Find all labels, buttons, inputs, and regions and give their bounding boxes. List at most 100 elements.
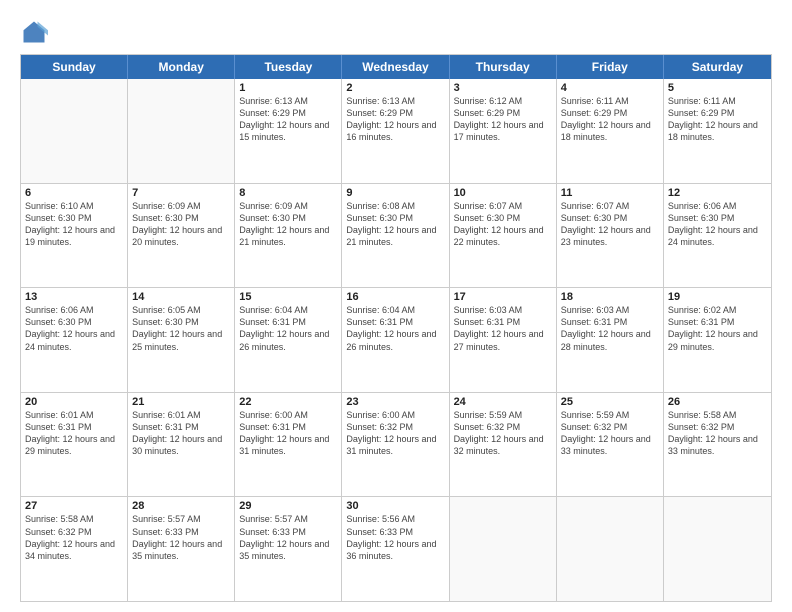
weekday-header: Monday [128, 55, 235, 79]
day-number: 21 [132, 396, 230, 408]
day-number: 8 [239, 187, 337, 199]
cell-info: Sunrise: 5:59 AM Sunset: 6:32 PM Dayligh… [454, 409, 552, 458]
day-number: 9 [346, 187, 444, 199]
cell-info: Sunrise: 5:58 AM Sunset: 6:32 PM Dayligh… [668, 409, 767, 458]
cell-info: Sunrise: 6:10 AM Sunset: 6:30 PM Dayligh… [25, 200, 123, 249]
calendar-row: 20Sunrise: 6:01 AM Sunset: 6:31 PM Dayli… [21, 392, 771, 497]
calendar: SundayMondayTuesdayWednesdayThursdayFrid… [20, 54, 772, 602]
calendar-cell: 29Sunrise: 5:57 AM Sunset: 6:33 PM Dayli… [235, 497, 342, 601]
day-number: 29 [239, 500, 337, 512]
calendar-cell: 18Sunrise: 6:03 AM Sunset: 6:31 PM Dayli… [557, 288, 664, 392]
day-number: 22 [239, 396, 337, 408]
day-number: 7 [132, 187, 230, 199]
day-number: 13 [25, 291, 123, 303]
calendar-cell [128, 79, 235, 183]
calendar-cell: 13Sunrise: 6:06 AM Sunset: 6:30 PM Dayli… [21, 288, 128, 392]
day-number: 18 [561, 291, 659, 303]
calendar-cell: 20Sunrise: 6:01 AM Sunset: 6:31 PM Dayli… [21, 393, 128, 497]
calendar-cell: 9Sunrise: 6:08 AM Sunset: 6:30 PM Daylig… [342, 184, 449, 288]
cell-info: Sunrise: 5:58 AM Sunset: 6:32 PM Dayligh… [25, 513, 123, 562]
day-number: 5 [668, 82, 767, 94]
calendar-cell: 22Sunrise: 6:00 AM Sunset: 6:31 PM Dayli… [235, 393, 342, 497]
day-number: 6 [25, 187, 123, 199]
day-number: 20 [25, 396, 123, 408]
calendar-row: 1Sunrise: 6:13 AM Sunset: 6:29 PM Daylig… [21, 79, 771, 183]
cell-info: Sunrise: 6:09 AM Sunset: 6:30 PM Dayligh… [239, 200, 337, 249]
day-number: 23 [346, 396, 444, 408]
day-number: 2 [346, 82, 444, 94]
day-number: 30 [346, 500, 444, 512]
cell-info: Sunrise: 6:00 AM Sunset: 6:31 PM Dayligh… [239, 409, 337, 458]
cell-info: Sunrise: 6:04 AM Sunset: 6:31 PM Dayligh… [239, 304, 337, 353]
cell-info: Sunrise: 6:13 AM Sunset: 6:29 PM Dayligh… [346, 95, 444, 144]
calendar-cell: 24Sunrise: 5:59 AM Sunset: 6:32 PM Dayli… [450, 393, 557, 497]
calendar-cell: 11Sunrise: 6:07 AM Sunset: 6:30 PM Dayli… [557, 184, 664, 288]
calendar-cell: 6Sunrise: 6:10 AM Sunset: 6:30 PM Daylig… [21, 184, 128, 288]
calendar-cell [450, 497, 557, 601]
day-number: 24 [454, 396, 552, 408]
calendar-cell: 19Sunrise: 6:02 AM Sunset: 6:31 PM Dayli… [664, 288, 771, 392]
header [20, 18, 772, 46]
cell-info: Sunrise: 6:05 AM Sunset: 6:30 PM Dayligh… [132, 304, 230, 353]
calendar-cell: 8Sunrise: 6:09 AM Sunset: 6:30 PM Daylig… [235, 184, 342, 288]
calendar-cell: 14Sunrise: 6:05 AM Sunset: 6:30 PM Dayli… [128, 288, 235, 392]
day-number: 4 [561, 82, 659, 94]
calendar-cell [664, 497, 771, 601]
calendar-cell: 28Sunrise: 5:57 AM Sunset: 6:33 PM Dayli… [128, 497, 235, 601]
cell-info: Sunrise: 6:13 AM Sunset: 6:29 PM Dayligh… [239, 95, 337, 144]
logo [20, 18, 52, 46]
day-number: 27 [25, 500, 123, 512]
calendar-cell [557, 497, 664, 601]
cell-info: Sunrise: 6:01 AM Sunset: 6:31 PM Dayligh… [25, 409, 123, 458]
cell-info: Sunrise: 6:11 AM Sunset: 6:29 PM Dayligh… [561, 95, 659, 144]
day-number: 15 [239, 291, 337, 303]
weekday-header: Thursday [450, 55, 557, 79]
calendar-body: 1Sunrise: 6:13 AM Sunset: 6:29 PM Daylig… [21, 79, 771, 601]
cell-info: Sunrise: 5:59 AM Sunset: 6:32 PM Dayligh… [561, 409, 659, 458]
cell-info: Sunrise: 6:08 AM Sunset: 6:30 PM Dayligh… [346, 200, 444, 249]
calendar-cell: 17Sunrise: 6:03 AM Sunset: 6:31 PM Dayli… [450, 288, 557, 392]
weekday-header: Sunday [21, 55, 128, 79]
cell-info: Sunrise: 6:07 AM Sunset: 6:30 PM Dayligh… [454, 200, 552, 249]
calendar-cell: 3Sunrise: 6:12 AM Sunset: 6:29 PM Daylig… [450, 79, 557, 183]
day-number: 26 [668, 396, 767, 408]
day-number: 25 [561, 396, 659, 408]
cell-info: Sunrise: 6:03 AM Sunset: 6:31 PM Dayligh… [561, 304, 659, 353]
day-number: 19 [668, 291, 767, 303]
calendar-row: 27Sunrise: 5:58 AM Sunset: 6:32 PM Dayli… [21, 496, 771, 601]
calendar-cell: 2Sunrise: 6:13 AM Sunset: 6:29 PM Daylig… [342, 79, 449, 183]
cell-info: Sunrise: 5:57 AM Sunset: 6:33 PM Dayligh… [132, 513, 230, 562]
calendar-header: SundayMondayTuesdayWednesdayThursdayFrid… [21, 55, 771, 79]
cell-info: Sunrise: 6:06 AM Sunset: 6:30 PM Dayligh… [668, 200, 767, 249]
cell-info: Sunrise: 6:11 AM Sunset: 6:29 PM Dayligh… [668, 95, 767, 144]
cell-info: Sunrise: 6:02 AM Sunset: 6:31 PM Dayligh… [668, 304, 767, 353]
cell-info: Sunrise: 6:01 AM Sunset: 6:31 PM Dayligh… [132, 409, 230, 458]
cell-info: Sunrise: 6:07 AM Sunset: 6:30 PM Dayligh… [561, 200, 659, 249]
calendar-cell: 10Sunrise: 6:07 AM Sunset: 6:30 PM Dayli… [450, 184, 557, 288]
cell-info: Sunrise: 6:04 AM Sunset: 6:31 PM Dayligh… [346, 304, 444, 353]
cell-info: Sunrise: 6:00 AM Sunset: 6:32 PM Dayligh… [346, 409, 444, 458]
calendar-cell: 27Sunrise: 5:58 AM Sunset: 6:32 PM Dayli… [21, 497, 128, 601]
weekday-header: Saturday [664, 55, 771, 79]
page: SundayMondayTuesdayWednesdayThursdayFrid… [0, 0, 792, 612]
calendar-cell: 26Sunrise: 5:58 AM Sunset: 6:32 PM Dayli… [664, 393, 771, 497]
calendar-cell: 16Sunrise: 6:04 AM Sunset: 6:31 PM Dayli… [342, 288, 449, 392]
day-number: 3 [454, 82, 552, 94]
calendar-cell: 15Sunrise: 6:04 AM Sunset: 6:31 PM Dayli… [235, 288, 342, 392]
calendar-cell: 30Sunrise: 5:56 AM Sunset: 6:33 PM Dayli… [342, 497, 449, 601]
calendar-cell: 23Sunrise: 6:00 AM Sunset: 6:32 PM Dayli… [342, 393, 449, 497]
day-number: 14 [132, 291, 230, 303]
calendar-row: 6Sunrise: 6:10 AM Sunset: 6:30 PM Daylig… [21, 183, 771, 288]
logo-icon [20, 18, 48, 46]
calendar-cell [21, 79, 128, 183]
day-number: 12 [668, 187, 767, 199]
cell-info: Sunrise: 6:09 AM Sunset: 6:30 PM Dayligh… [132, 200, 230, 249]
day-number: 28 [132, 500, 230, 512]
weekday-header: Wednesday [342, 55, 449, 79]
calendar-cell: 7Sunrise: 6:09 AM Sunset: 6:30 PM Daylig… [128, 184, 235, 288]
weekday-header: Tuesday [235, 55, 342, 79]
day-number: 10 [454, 187, 552, 199]
day-number: 1 [239, 82, 337, 94]
cell-info: Sunrise: 5:56 AM Sunset: 6:33 PM Dayligh… [346, 513, 444, 562]
day-number: 16 [346, 291, 444, 303]
